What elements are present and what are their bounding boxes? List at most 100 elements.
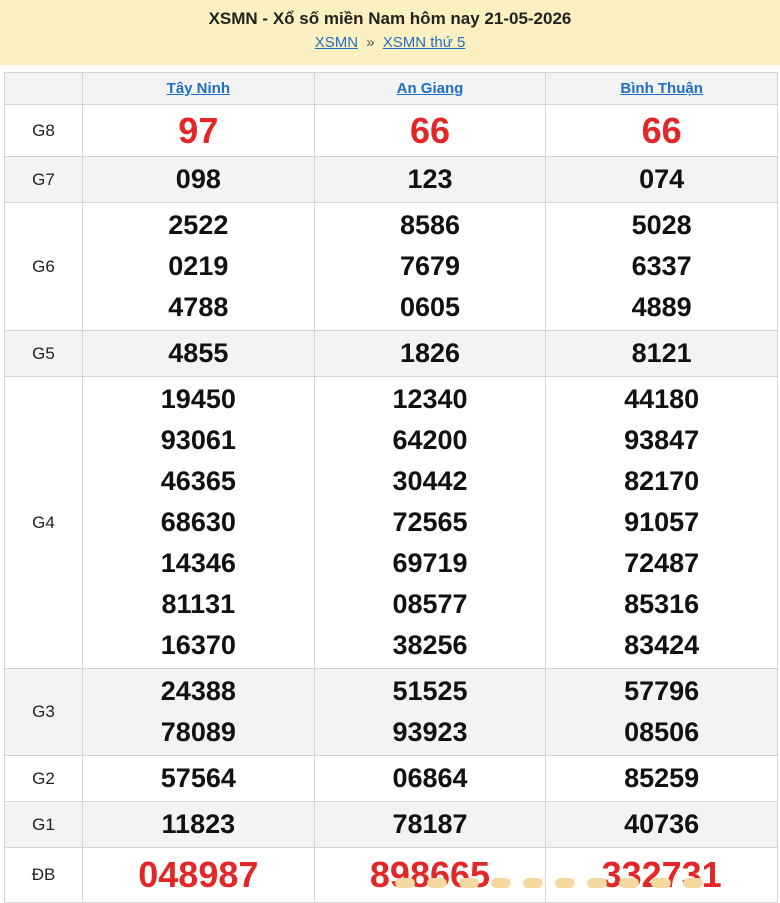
result-number: 85316	[624, 589, 700, 619]
result-number: 5028	[631, 210, 692, 240]
result-number: 16370	[160, 630, 236, 660]
result-number: 6337	[631, 251, 692, 281]
result-cell: 06864	[313, 755, 547, 802]
loading-dots	[395, 878, 735, 888]
result-number: 93847	[624, 425, 700, 455]
result-cell: 19450 93061 46365 68630 14346 81131 16370	[82, 376, 315, 669]
result-number: 97	[178, 110, 219, 151]
province-header: Bình Thuận	[545, 72, 778, 105]
breadcrumb: XSMN » XSMN thứ 5	[0, 34, 780, 51]
result-number: 81131	[161, 589, 236, 619]
prize-label: ĐB	[4, 847, 83, 903]
result-cell: 123	[313, 156, 547, 203]
result-cell: 332731	[545, 847, 778, 903]
result-number: 4889	[631, 292, 692, 322]
result-cell: 44180 93847 82170 91057 72487 85316 83424	[545, 376, 778, 669]
result-number: 91057	[624, 507, 700, 537]
result-number: 19450	[160, 384, 236, 414]
result-number: 2522	[168, 210, 229, 240]
results-header: XSMN - Xổ số miền Nam hôm nay 21-05-2026…	[0, 0, 780, 65]
result-cell: 898665	[313, 847, 547, 903]
result-cell: 66	[545, 104, 778, 157]
prize-label: G4	[4, 376, 83, 669]
result-number: 898665	[369, 854, 491, 895]
result-number: 40736	[624, 809, 700, 839]
prize-label: G1	[4, 801, 83, 848]
result-number: 7679	[399, 251, 461, 281]
result-number: 66	[641, 110, 682, 151]
result-number: 57796	[624, 676, 700, 706]
result-number: 83424	[624, 630, 700, 660]
result-number: 66	[409, 110, 450, 151]
prize-row: G6 2522 0219 4788 8586 7679 0605 5028 6337 4889	[4, 202, 778, 331]
prize-label: G3	[4, 668, 83, 756]
result-number: 8121	[631, 338, 692, 368]
result-number: 11823	[161, 809, 236, 839]
result-cell: 97	[82, 104, 315, 157]
dot	[523, 878, 543, 888]
result-number: 68630	[160, 507, 236, 537]
corner-cell	[4, 72, 83, 105]
prize-row: G8 97 66 66	[4, 104, 778, 157]
prize-label: G6	[4, 202, 83, 331]
dot	[395, 878, 415, 888]
dot	[459, 878, 479, 888]
prize-label: G5	[4, 330, 83, 377]
result-cell: 5028 6337 4889	[545, 202, 778, 331]
result-cell: 2522 0219 4788	[82, 202, 315, 331]
result-cell: 1826	[313, 330, 547, 377]
dot	[619, 878, 639, 888]
province-header-row: Tây Ninh An Giang Bình Thuận	[4, 72, 778, 105]
prize-label: G7	[4, 156, 83, 203]
result-number: 06864	[392, 763, 468, 793]
province-link-binh-thuan[interactable]: Bình Thuận	[620, 80, 703, 97]
result-cell: 40736	[545, 801, 778, 848]
breadcrumb-xsmn-thu5-link[interactable]: XSMN thứ 5	[383, 34, 466, 51]
dot	[555, 878, 575, 888]
result-number: 048987	[138, 854, 259, 895]
province-header: An Giang	[313, 72, 547, 105]
breadcrumb-xsmn-link[interactable]: XSMN	[315, 34, 358, 51]
result-number: 78089	[160, 717, 236, 747]
result-number: 51525	[392, 676, 468, 706]
result-number: 44180	[624, 384, 700, 414]
result-number: 93923	[392, 717, 468, 747]
result-number: 69719	[392, 548, 468, 578]
results-body: G8 97 66 66 G7 098 123 074 G6 2522 0219 4788 8586 767…	[4, 104, 778, 903]
dot	[587, 878, 607, 888]
prize-row: ĐB 048987 898665 332731	[4, 847, 778, 903]
result-cell: 57564	[82, 755, 315, 802]
result-number: 1826	[399, 338, 461, 368]
result-number: 38256	[392, 630, 468, 660]
result-cell: 51525 93923	[313, 668, 547, 756]
result-number: 72565	[392, 507, 468, 537]
prize-row: G7 098 123 074	[4, 156, 778, 203]
result-number: 24388	[160, 676, 236, 706]
province-header: Tây Ninh	[82, 72, 315, 105]
result-cell: 11823	[82, 801, 315, 848]
result-cell: 8586 7679 0605	[313, 202, 547, 331]
prize-label: G2	[4, 755, 83, 802]
result-number: 72487	[624, 548, 700, 578]
results-table: Tây Ninh An Giang Bình Thuận G8 97 66 66 G7 0…	[4, 72, 778, 903]
result-number: 82170	[624, 466, 700, 496]
province-link-an-giang[interactable]: An Giang	[397, 80, 464, 97]
breadcrumb-separator: »	[366, 34, 375, 51]
province-link-tay-ninh[interactable]: Tây Ninh	[167, 80, 230, 97]
result-cell: 074	[545, 156, 778, 203]
prize-label: G8	[4, 104, 83, 157]
dot	[651, 878, 671, 888]
prize-row: G4 19450 93061 46365 68630 14346 81131 16370 123…	[4, 376, 778, 669]
result-number: 78187	[392, 809, 468, 839]
result-number: 332731	[601, 854, 722, 895]
result-number: 8586	[399, 210, 461, 240]
result-cell: 048987	[82, 847, 315, 903]
result-number: 12340	[392, 384, 468, 414]
result-cell: 66	[313, 104, 547, 157]
result-number: 46365	[160, 466, 236, 496]
page-title: XSMN - Xổ số miền Nam hôm nay 21-05-2026	[208, 9, 572, 28]
result-number: 85259	[624, 763, 700, 793]
result-cell: 4855	[82, 330, 315, 377]
result-number: 123	[407, 164, 453, 194]
prize-row: G3 24388 78089 51525 93923 57796 08506	[4, 668, 778, 756]
